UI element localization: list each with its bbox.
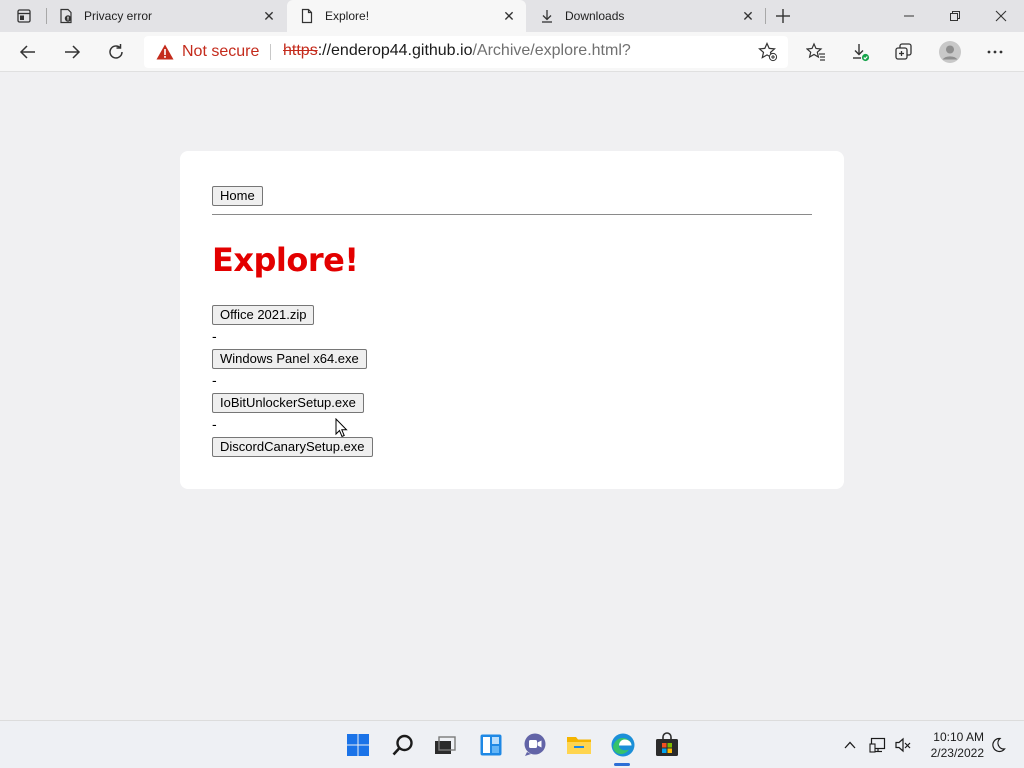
minimize-button[interactable] [886, 0, 932, 32]
favorites-icon [806, 42, 825, 61]
file-explorer-button[interactable] [565, 731, 593, 759]
minimize-icon [904, 15, 914, 17]
back-button[interactable] [14, 38, 42, 66]
edge-icon [611, 733, 635, 757]
store-button[interactable] [653, 731, 681, 759]
address-bar[interactable]: Not secure https://enderop44.github.io/A… [144, 36, 788, 68]
arrow-right-icon [65, 45, 81, 59]
close-tab-icon[interactable]: ✕ [502, 9, 516, 23]
moon-icon [992, 737, 1006, 753]
restore-button[interactable] [932, 0, 978, 32]
download-office-button[interactable]: Office 2021.zip [212, 305, 315, 325]
separator-text: - [212, 372, 217, 388]
chat-icon [524, 733, 546, 756]
close-tab-icon[interactable]: ✕ [262, 9, 276, 23]
separator-text: - [212, 416, 217, 432]
volume-muted-icon [895, 737, 911, 753]
focus-assist-button[interactable] [988, 735, 1008, 755]
forward-button[interactable] [58, 38, 86, 66]
download-windows-panel-button[interactable]: Windows Panel x64.exe [212, 349, 367, 369]
start-icon [347, 734, 369, 756]
plus-icon [776, 9, 790, 23]
refresh-icon [109, 44, 123, 59]
arrow-left-icon [19, 45, 35, 59]
search-button[interactable] [389, 731, 417, 759]
chat-button[interactable] [521, 731, 549, 759]
network-icon [869, 737, 886, 753]
edge-button[interactable] [609, 731, 637, 759]
new-tab-button[interactable] [772, 5, 794, 27]
omnibox-divider [270, 44, 271, 60]
tab-title: Explore! [325, 9, 370, 23]
task-view-icon [435, 736, 456, 754]
download-icon [853, 44, 870, 62]
url-scheme: https [283, 42, 318, 59]
active-app-indicator [614, 763, 630, 766]
security-status[interactable]: Not secure [182, 43, 259, 61]
tab-actions-button[interactable] [8, 4, 40, 28]
close-window-button[interactable] [978, 0, 1024, 32]
download-discord-canary-button[interactable]: DiscordCanarySetup.exe [212, 437, 373, 457]
privacy-error-icon [58, 8, 74, 24]
widgets-icon [480, 734, 502, 756]
downloads-button[interactable] [846, 38, 874, 66]
tab-separator [765, 8, 766, 24]
url-path: /Archive/explore.html? [472, 42, 631, 59]
search-icon [392, 734, 413, 756]
tab-title: Privacy error [84, 9, 153, 23]
close-tab-icon[interactable]: ✕ [741, 9, 755, 23]
tab-actions-icon [17, 9, 31, 23]
download-iobit-unlocker-button[interactable]: IoBitUnlockerSetup.exe [212, 393, 364, 413]
collections-icon [895, 43, 912, 60]
show-hidden-icons-button[interactable] [840, 735, 860, 755]
favorites-button[interactable] [802, 38, 830, 66]
url-text[interactable]: https://enderop44.github.io/Archive/expl… [283, 42, 631, 60]
widgets-button[interactable] [477, 731, 505, 759]
content-card: Home Explore! Office 2021.zip - Windows … [180, 151, 844, 489]
tab-title: Downloads [565, 9, 625, 23]
mouse-cursor-icon [335, 418, 348, 438]
download-icon [539, 8, 555, 24]
home-button[interactable]: Home [212, 186, 263, 206]
task-view-button[interactable] [431, 731, 459, 759]
add-favorite-icon[interactable] [758, 42, 778, 62]
tab-strip: Privacy error ✕ Explore! ✕ Downloads ✕ [0, 0, 1024, 32]
tab-explore[interactable]: Explore! ✕ [287, 0, 526, 32]
close-icon [995, 10, 1007, 22]
volume-button[interactable] [893, 735, 913, 755]
taskbar: 10:10 AM 2/23/2022 [0, 720, 1024, 768]
url-host: ://enderop44.github.io [317, 42, 473, 59]
settings-menu-button[interactable] [981, 38, 1009, 66]
file-explorer-icon [567, 737, 591, 754]
page-title: Explore! [212, 241, 359, 279]
more-icon [987, 50, 1003, 54]
collections-button[interactable] [890, 38, 918, 66]
system-clock[interactable]: 10:10 AM 2/23/2022 [918, 729, 984, 761]
tab-privacy-error[interactable]: Privacy error ✕ [46, 0, 286, 32]
avatar-icon [939, 41, 961, 63]
page-icon [299, 8, 315, 24]
restore-icon [950, 11, 960, 21]
clock-time: 10:10 AM [933, 730, 984, 744]
divider [212, 214, 812, 215]
separator-text: - [212, 328, 217, 344]
profile-button[interactable] [936, 38, 964, 66]
browser-toolbar: Not secure https://enderop44.github.io/A… [0, 32, 1024, 72]
chevron-up-icon [844, 741, 856, 749]
tab-downloads[interactable]: Downloads ✕ [527, 0, 765, 32]
clock-date: 2/23/2022 [930, 746, 984, 760]
store-icon [656, 732, 678, 756]
network-status-button[interactable] [868, 735, 888, 755]
refresh-button[interactable] [102, 38, 130, 66]
start-button[interactable] [344, 731, 372, 759]
warning-icon [156, 44, 174, 60]
